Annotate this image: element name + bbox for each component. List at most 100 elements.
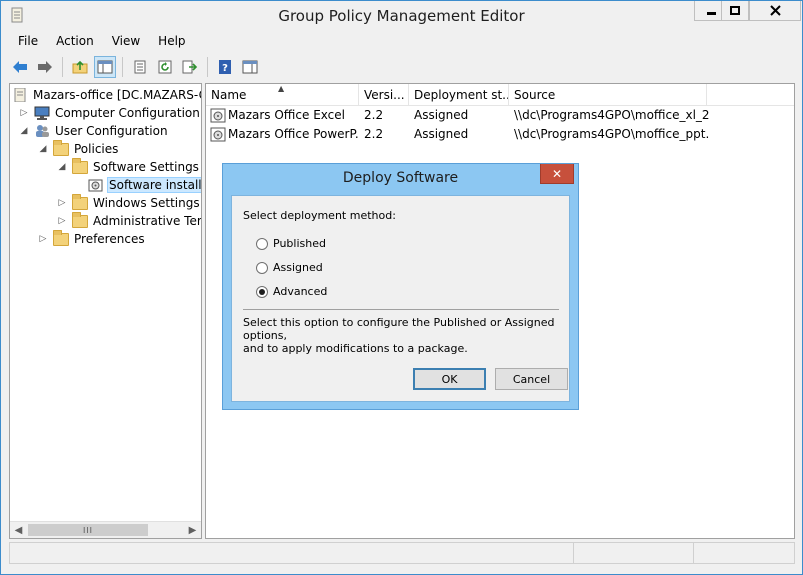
tree-item-label: Software Settings xyxy=(93,160,199,174)
radio-label: Published xyxy=(273,237,326,250)
tree-item-computer-configuration[interactable]: ▷ Computer Configuration xyxy=(18,104,201,122)
cell-name: Mazars Office PowerP... xyxy=(228,126,359,141)
radio-button[interactable] xyxy=(256,261,268,274)
status-segment xyxy=(10,543,574,563)
svg-text:?: ? xyxy=(222,63,228,74)
column-label: Name xyxy=(211,88,247,102)
tree-item-user-configuration[interactable]: ◢ User Configuration xyxy=(18,122,169,140)
option-description: Select this option to configure the Publ… xyxy=(243,316,563,355)
menu-file[interactable]: File xyxy=(9,32,47,51)
expand-arrow-icon[interactable]: ▷ xyxy=(18,107,30,119)
tree-horizontal-scrollbar[interactable]: ◀ III ▶ xyxy=(10,521,201,538)
radio-selected-dot xyxy=(259,288,265,295)
forward-arrow-icon xyxy=(38,61,52,73)
close-icon: ✕ xyxy=(551,166,563,181)
cell-version: 2.2 xyxy=(364,107,384,122)
help-button[interactable]: ? xyxy=(214,56,236,78)
expand-arrow-icon[interactable]: ▷ xyxy=(56,215,68,227)
radio-assigned[interactable]: Assigned xyxy=(256,261,323,274)
toolbar: ? xyxy=(9,54,264,80)
menu-help[interactable]: Help xyxy=(149,32,194,51)
toolbar-separator xyxy=(62,57,63,77)
tree-item-label: User Configuration xyxy=(55,124,168,138)
folder-icon xyxy=(72,158,88,174)
computer-icon xyxy=(34,106,50,120)
menu-bar: File Action View Help xyxy=(9,32,195,51)
toolbar-separator xyxy=(207,57,208,77)
up-folder-icon xyxy=(72,60,88,74)
close-button[interactable] xyxy=(749,1,801,21)
tree-item-label: Preferences xyxy=(74,232,145,246)
properties-button[interactable] xyxy=(129,56,151,78)
radio-button[interactable] xyxy=(256,237,268,250)
window-title: Group Policy Management Editor xyxy=(278,7,525,25)
dialog-title: Deploy Software xyxy=(342,170,459,186)
folder-icon xyxy=(72,212,88,228)
tree-item-administrative-templates[interactable]: ▷ Administrative Temp xyxy=(56,212,201,230)
tree-item-label: Windows Settings xyxy=(93,196,200,210)
cancel-button[interactable]: Cancel xyxy=(495,368,568,390)
show-action-pane-button[interactable] xyxy=(239,56,261,78)
expand-arrow-icon[interactable]: ▷ xyxy=(37,233,49,245)
collapse-arrow-icon[interactable]: ◢ xyxy=(56,161,68,173)
table-row[interactable]: Mazars Office Excel 2.2 Assigned \\dc\Pr… xyxy=(206,105,709,124)
properties-icon xyxy=(134,60,146,74)
radio-button[interactable] xyxy=(256,285,268,298)
collapse-arrow-icon[interactable]: ◢ xyxy=(37,143,49,155)
cell-version: 2.2 xyxy=(364,126,384,141)
forward-button[interactable] xyxy=(34,56,56,78)
dialog-close-button[interactable]: ✕ xyxy=(540,164,574,184)
maximize-icon xyxy=(730,6,740,15)
column-label: Deployment st... xyxy=(414,88,509,102)
folder-icon xyxy=(53,140,69,156)
toolbar-separator xyxy=(122,57,123,77)
table-row[interactable]: Mazars Office PowerP... 2.2 Assigned \\d… xyxy=(206,124,709,143)
tree-item-label: Computer Configuration xyxy=(55,106,200,120)
show-action-pane-icon xyxy=(242,60,258,74)
list-header: Name ▲ Versi... Deployment st... Source xyxy=(206,84,794,106)
column-header-name[interactable]: Name ▲ xyxy=(206,84,359,106)
description-line: and to apply modifications to a package. xyxy=(243,342,468,355)
package-icon xyxy=(210,108,226,122)
refresh-icon xyxy=(158,60,172,74)
deploy-software-dialog: Deploy Software ✕ Select deployment meth… xyxy=(222,163,579,410)
tree-item-preferences[interactable]: ▷ Preferences xyxy=(37,230,146,248)
menu-action[interactable]: Action xyxy=(47,32,103,51)
expand-arrow-icon[interactable]: ▷ xyxy=(56,197,68,209)
export-list-button[interactable] xyxy=(179,56,201,78)
status-bar xyxy=(9,542,795,564)
scroll-left-icon[interactable]: ◀ xyxy=(10,522,27,538)
radio-advanced[interactable]: Advanced xyxy=(256,285,327,298)
tree-item-software-settings[interactable]: ◢ Software Settings xyxy=(56,158,200,176)
ok-button[interactable]: OK xyxy=(413,368,486,390)
cell-deployment: Assigned xyxy=(414,126,469,141)
back-arrow-icon xyxy=(13,61,27,73)
radio-published[interactable]: Published xyxy=(256,237,326,250)
minimize-icon xyxy=(706,12,716,15)
column-header-deployment-state[interactable]: Deployment st... xyxy=(409,84,509,106)
help-icon: ? xyxy=(219,60,231,74)
maximize-button[interactable] xyxy=(721,1,749,21)
column-header-version[interactable]: Versi... xyxy=(359,84,409,106)
cell-source: \\dc\Programs4GPO\moffice_xl_2... xyxy=(514,107,709,122)
tree-item-label: Policies xyxy=(74,142,119,156)
deployment-method-prompt: Select deployment method: xyxy=(243,209,396,222)
show-hide-console-tree-button[interactable] xyxy=(94,56,116,78)
collapse-arrow-icon[interactable]: ◢ xyxy=(18,125,30,137)
tree-item-software-installation[interactable]: Software installat xyxy=(88,176,201,194)
up-one-level-button[interactable] xyxy=(69,56,91,78)
scrollbar-thumb[interactable]: III xyxy=(28,524,148,536)
cell-name: Mazars Office Excel xyxy=(228,107,345,122)
refresh-button[interactable] xyxy=(154,56,176,78)
scroll-right-icon[interactable]: ▶ xyxy=(184,522,201,538)
tree-item-label: Administrative Temp xyxy=(93,214,201,228)
menu-view[interactable]: View xyxy=(103,32,149,51)
title-bar[interactable]: Group Policy Management Editor xyxy=(1,1,802,31)
cell-deployment: Assigned xyxy=(414,107,469,122)
tree-item-policies[interactable]: ◢ Policies xyxy=(37,140,119,158)
back-button[interactable] xyxy=(9,56,31,78)
tree-item-gpo-root[interactable]: Mazars-office [DC.MAZARS-GR xyxy=(12,86,201,104)
column-header-source[interactable]: Source xyxy=(509,84,707,106)
tree-item-windows-settings[interactable]: ▷ Windows Settings xyxy=(56,194,201,212)
console-tree-pane[interactable]: Mazars-office [DC.MAZARS-GR ▷ Computer C… xyxy=(9,83,202,539)
